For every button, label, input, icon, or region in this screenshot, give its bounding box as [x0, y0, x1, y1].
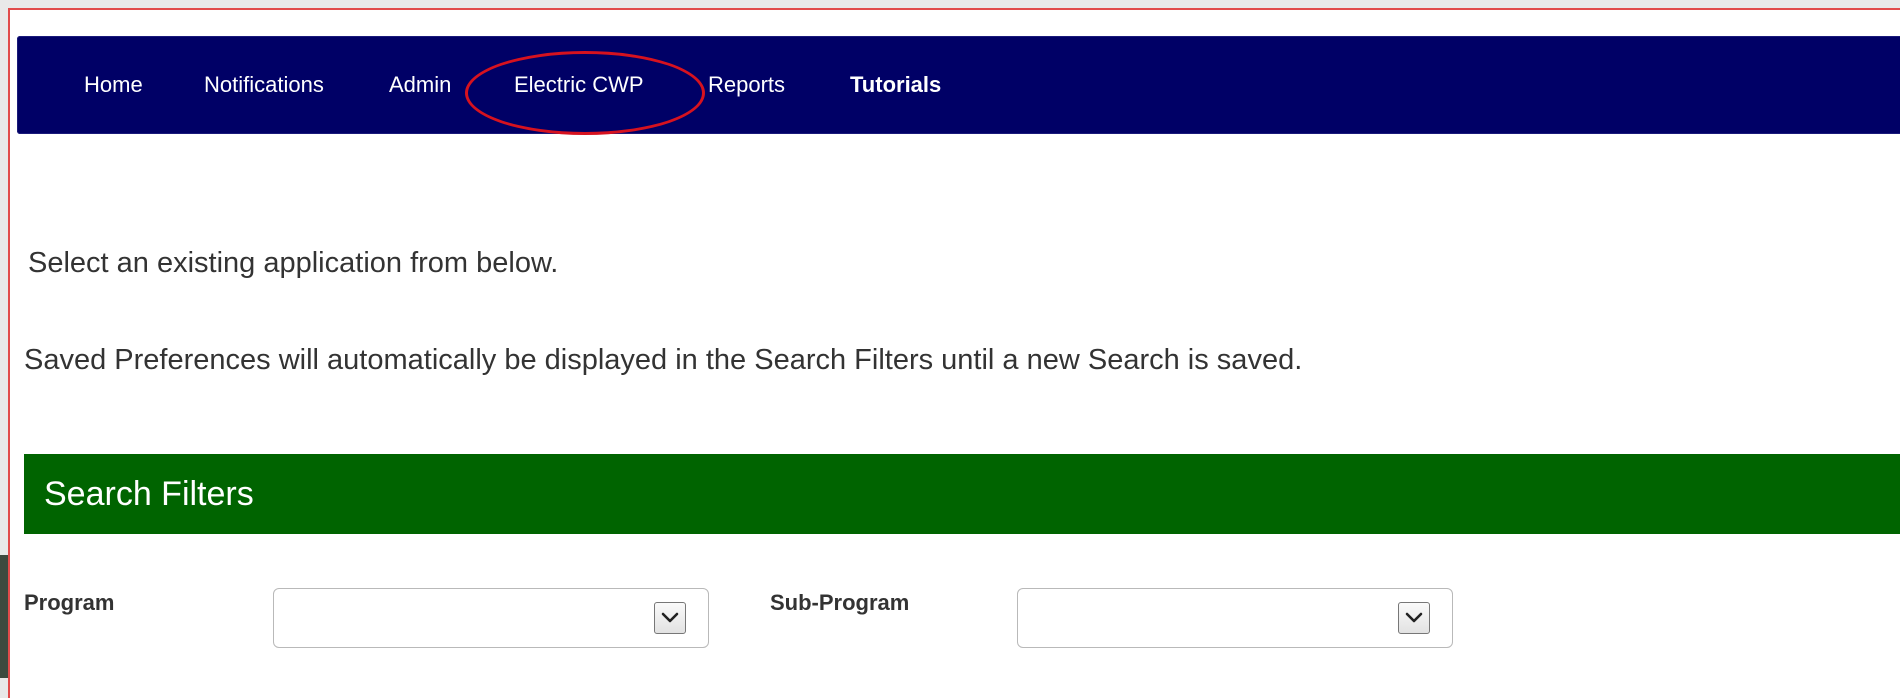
- main-navbar: Home Notifications Admin Electric CWP Re…: [17, 36, 1900, 134]
- sub-program-label: Sub-Program: [770, 590, 910, 615]
- chevron-down-icon[interactable]: [654, 602, 686, 634]
- sub-program-select[interactable]: [1017, 588, 1453, 648]
- program-label: Program: [24, 590, 115, 615]
- nav-item-reports[interactable]: Reports: [708, 36, 785, 134]
- search-filters-header: Search Filters: [24, 454, 1900, 534]
- nav-item-home[interactable]: Home: [84, 36, 143, 134]
- nav-item-electric-cwp[interactable]: Electric CWP: [514, 36, 644, 134]
- nav-item-tutorials[interactable]: Tutorials: [850, 36, 941, 134]
- search-filters-title: Search Filters: [44, 475, 254, 513]
- preferences-note: Saved Preferences will automatically be …: [24, 344, 1303, 376]
- intro-text: Select an existing application from belo…: [28, 247, 559, 279]
- nav-item-admin[interactable]: Admin: [389, 36, 451, 134]
- chevron-down-icon[interactable]: [1398, 602, 1430, 634]
- nav-item-notifications[interactable]: Notifications: [204, 36, 324, 134]
- program-select[interactable]: [273, 588, 709, 648]
